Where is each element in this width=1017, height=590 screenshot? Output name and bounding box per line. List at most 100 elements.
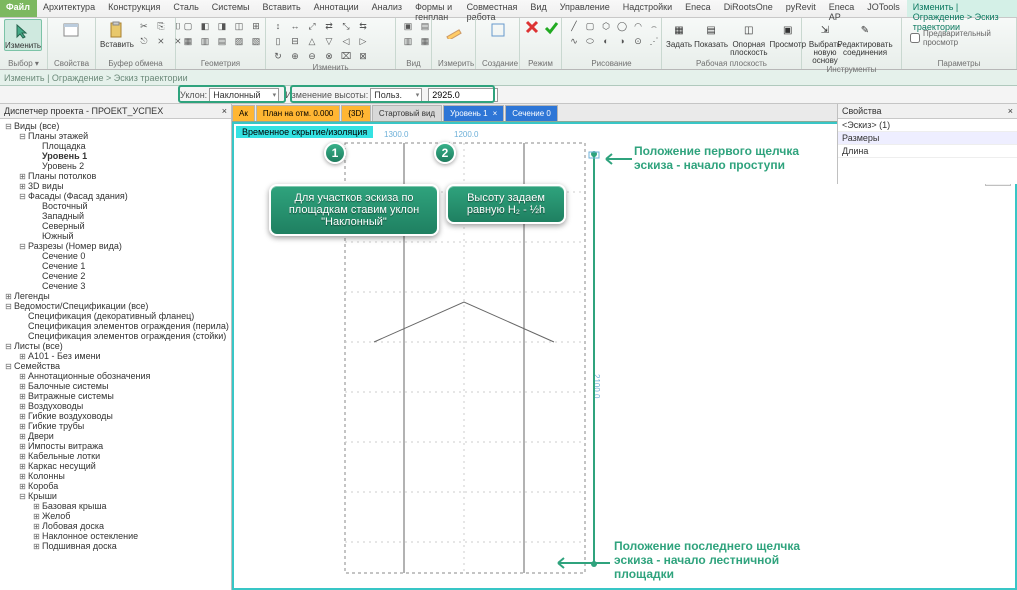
- tree-item[interactable]: ⊞Колонны: [0, 471, 231, 481]
- m12-icon[interactable]: ▷: [355, 34, 371, 48]
- modify-button[interactable]: Изменить: [4, 19, 42, 51]
- tab-systems[interactable]: Системы: [206, 0, 257, 17]
- tree-item[interactable]: ⊟Разрезы (Номер вида): [0, 241, 231, 251]
- geom3-icon[interactable]: ◨: [214, 19, 230, 33]
- tab-insert[interactable]: Вставить: [257, 0, 308, 17]
- d12-icon[interactable]: ⋰: [646, 34, 662, 48]
- tree-item[interactable]: ⊞Воздуховоды: [0, 401, 231, 411]
- measure-button[interactable]: [436, 19, 471, 40]
- props-type[interactable]: <Эскиз> (1): [842, 120, 890, 130]
- d3-icon[interactable]: ⬡: [598, 19, 614, 33]
- tree-item[interactable]: ⊞Желоб: [0, 511, 231, 521]
- d6-icon[interactable]: ⌢: [646, 19, 662, 33]
- tree-item[interactable]: Северный: [0, 221, 231, 231]
- d2-icon[interactable]: ▢: [582, 19, 598, 33]
- preview-checkbox[interactable]: Предварительный просмотр: [906, 19, 1012, 57]
- copy-icon[interactable]: ⎘: [153, 19, 169, 33]
- view-tab[interactable]: Стартовый вид: [372, 105, 442, 121]
- tree-item[interactable]: ⊞Легенды: [0, 291, 231, 301]
- tree-item[interactable]: ⊞Импосты витража: [0, 441, 231, 451]
- tree-item[interactable]: ⊞Наклонное остекление: [0, 531, 231, 541]
- m15-icon[interactable]: ⊖: [304, 49, 320, 63]
- props-close[interactable]: ×: [1008, 106, 1013, 116]
- v3-icon[interactable]: ▥: [400, 34, 416, 48]
- cancel-icon[interactable]: [524, 19, 540, 35]
- tab-architecture[interactable]: Архитектура: [37, 0, 102, 17]
- tab-modify-context[interactable]: Изменить | Ограждение > Эскиз траектории: [907, 0, 1017, 17]
- tree-item[interactable]: ⊞Планы потолков: [0, 171, 231, 181]
- d1-icon[interactable]: ╱: [566, 19, 582, 33]
- tree-item[interactable]: ⊞Аннотационные обозначения: [0, 371, 231, 381]
- tree-item[interactable]: Сечение 2: [0, 271, 231, 281]
- m14-icon[interactable]: ⊕: [287, 49, 303, 63]
- m7-icon[interactable]: ▯: [270, 34, 286, 48]
- tab-steel[interactable]: Сталь: [167, 0, 205, 17]
- view-tab[interactable]: Уровень 1×: [443, 105, 504, 121]
- tree-item[interactable]: Площадка: [0, 141, 231, 151]
- tab-massing[interactable]: Формы и генплан: [409, 0, 461, 17]
- paste-button[interactable]: Вставить: [100, 19, 134, 49]
- tab-enecaap[interactable]: Eneca AP: [823, 0, 862, 17]
- m4-icon[interactable]: ⇄: [321, 19, 337, 33]
- m10-icon[interactable]: ▽: [321, 34, 337, 48]
- d4-icon[interactable]: ◯: [614, 19, 630, 33]
- geom1-icon[interactable]: ▢: [180, 19, 196, 33]
- finish-icon[interactable]: [543, 19, 559, 35]
- create-button[interactable]: [480, 19, 515, 40]
- geom9-icon[interactable]: ▨: [231, 34, 247, 48]
- tree-item[interactable]: ⊞Гибкие воздуховоды: [0, 411, 231, 421]
- v1-icon[interactable]: ▣: [400, 19, 416, 33]
- tab-jotools[interactable]: JOTools: [861, 0, 907, 17]
- m1-icon[interactable]: ↕: [270, 19, 286, 33]
- tree-item[interactable]: Восточный: [0, 201, 231, 211]
- v2-icon[interactable]: ▤: [417, 19, 433, 33]
- tab-eneca[interactable]: Eneca: [679, 0, 718, 17]
- tree-item[interactable]: ⊞Подшивная доска: [0, 541, 231, 551]
- viewer-button[interactable]: ▣Просмотр: [770, 19, 807, 49]
- tree-item[interactable]: ⊞A101 - Без имени: [0, 351, 231, 361]
- tab-pyrevit[interactable]: pyRevit: [780, 0, 823, 17]
- geom6-icon[interactable]: ▦: [180, 34, 196, 48]
- d5-icon[interactable]: ◠: [630, 19, 646, 33]
- tree-item[interactable]: Спецификация элементов ограждения (перил…: [0, 321, 231, 331]
- m3-icon[interactable]: ⤢: [304, 19, 320, 33]
- view-tab[interactable]: Ак: [232, 105, 255, 121]
- d11-icon[interactable]: ⊙: [630, 34, 646, 48]
- tab-manage[interactable]: Управление: [554, 0, 617, 17]
- tree-item[interactable]: Уровень 2: [0, 161, 231, 171]
- tree-item[interactable]: ⊞Гибкие трубы: [0, 421, 231, 431]
- tree-item[interactable]: Спецификация элементов ограждения (стойк…: [0, 331, 231, 341]
- tab-collab[interactable]: Совместная работа: [461, 0, 525, 17]
- tree-item[interactable]: ⊞Витражные системы: [0, 391, 231, 401]
- m8-icon[interactable]: ⊟: [287, 34, 303, 48]
- tree-item[interactable]: ⊟Семейства: [0, 361, 231, 371]
- view-tab[interactable]: {3D}: [341, 105, 371, 121]
- m5-icon[interactable]: ⤡: [338, 19, 354, 33]
- tree-item[interactable]: ⊟Планы этажей: [0, 131, 231, 141]
- tree-item[interactable]: ⊞Лобовая доска: [0, 521, 231, 531]
- properties-button[interactable]: [52, 19, 90, 40]
- tree-item[interactable]: ⊞Короба: [0, 481, 231, 491]
- view-tab[interactable]: План на отм. 0.000: [256, 105, 341, 121]
- tree-item[interactable]: Западный: [0, 211, 231, 221]
- link-icon[interactable]: ⎋: [136, 34, 152, 48]
- tree-item[interactable]: ⊞Кабельные лотки: [0, 451, 231, 461]
- d10-icon[interactable]: ◑: [614, 34, 630, 48]
- tree-item[interactable]: Спецификация (декоративный фланец): [0, 311, 231, 321]
- edit-button[interactable]: ✎Редактировать соединения: [846, 19, 884, 57]
- m11-icon[interactable]: ◁: [338, 34, 354, 48]
- tab-file[interactable]: Файл: [0, 0, 37, 17]
- tree-item[interactable]: ⊟Фасады (Фасад здания): [0, 191, 231, 201]
- m9-icon[interactable]: △: [304, 34, 320, 48]
- tab-analyze[interactable]: Анализ: [366, 0, 409, 17]
- tree-item[interactable]: ⊟Крыши: [0, 491, 231, 501]
- tree-item[interactable]: Сечение 1: [0, 261, 231, 271]
- d8-icon[interactable]: ⬭: [582, 34, 598, 48]
- tree-item[interactable]: ⊞Базовая крыша: [0, 501, 231, 511]
- m2-icon[interactable]: ↔: [287, 19, 303, 33]
- geom5-icon[interactable]: ⊞: [248, 19, 264, 33]
- tab-diroots[interactable]: DiRootsOne: [718, 0, 780, 17]
- tree-item[interactable]: Сечение 0: [0, 251, 231, 261]
- tree-item[interactable]: Южный: [0, 231, 231, 241]
- tab-annotate[interactable]: Аннотации: [308, 0, 366, 17]
